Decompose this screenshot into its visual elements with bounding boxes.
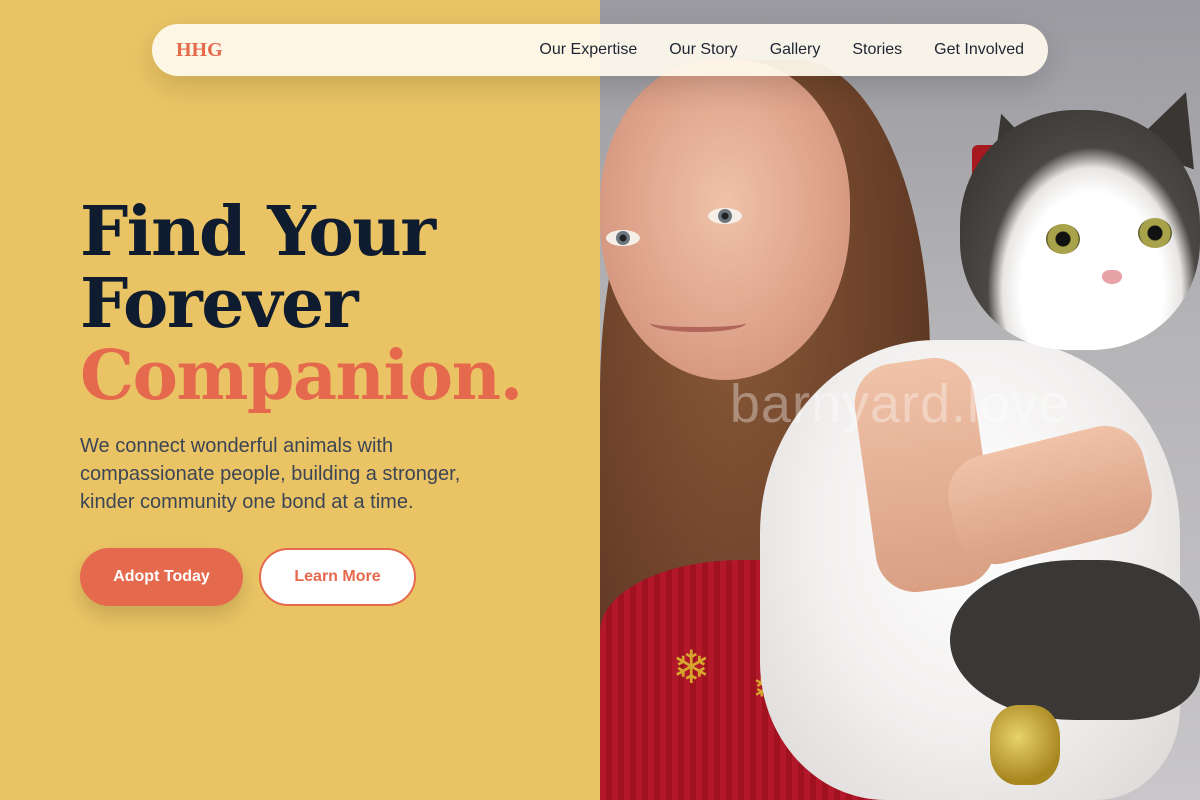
- nav-link-get-involved[interactable]: Get Involved: [934, 41, 1024, 59]
- cat-eye-left: [1046, 224, 1080, 254]
- nav-link-our-story[interactable]: Our Story: [669, 41, 737, 59]
- headline-line-2: Forever: [80, 264, 359, 344]
- hero-headline: Find Your Forever Companion.: [80, 196, 523, 412]
- adopt-today-button[interactable]: Adopt Today: [80, 548, 243, 606]
- nav-link-gallery[interactable]: Gallery: [770, 41, 821, 59]
- nav-links: Our Expertise Our Story Gallery Stories …: [539, 41, 1024, 59]
- nav-link-stories[interactable]: Stories: [852, 41, 902, 59]
- image-watermark: barnyard.love: [729, 374, 1071, 434]
- headline-line-1: Find Your: [80, 192, 436, 272]
- brand-logo[interactable]: HHG: [176, 39, 223, 62]
- woman-eye-left: [606, 230, 640, 246]
- top-navbar: HHG Our Expertise Our Story Gallery Stor…: [152, 24, 1048, 76]
- woman-face: [600, 60, 850, 380]
- gold-bow: [990, 705, 1060, 785]
- woman-mouth: [650, 314, 746, 332]
- snowflake-brooch-icon: ❄: [672, 640, 711, 694]
- hero-subtext: We connect wonderful animals with compas…: [80, 435, 461, 513]
- cat-patch: [950, 560, 1200, 720]
- learn-more-button[interactable]: Learn More: [259, 548, 416, 606]
- cat-nose: [1102, 270, 1122, 284]
- headline-accent: Companion.: [80, 336, 523, 416]
- woman-eye-right: [708, 208, 742, 224]
- cat-eye-right: [1138, 218, 1172, 248]
- nav-link-our-expertise[interactable]: Our Expertise: [539, 41, 637, 59]
